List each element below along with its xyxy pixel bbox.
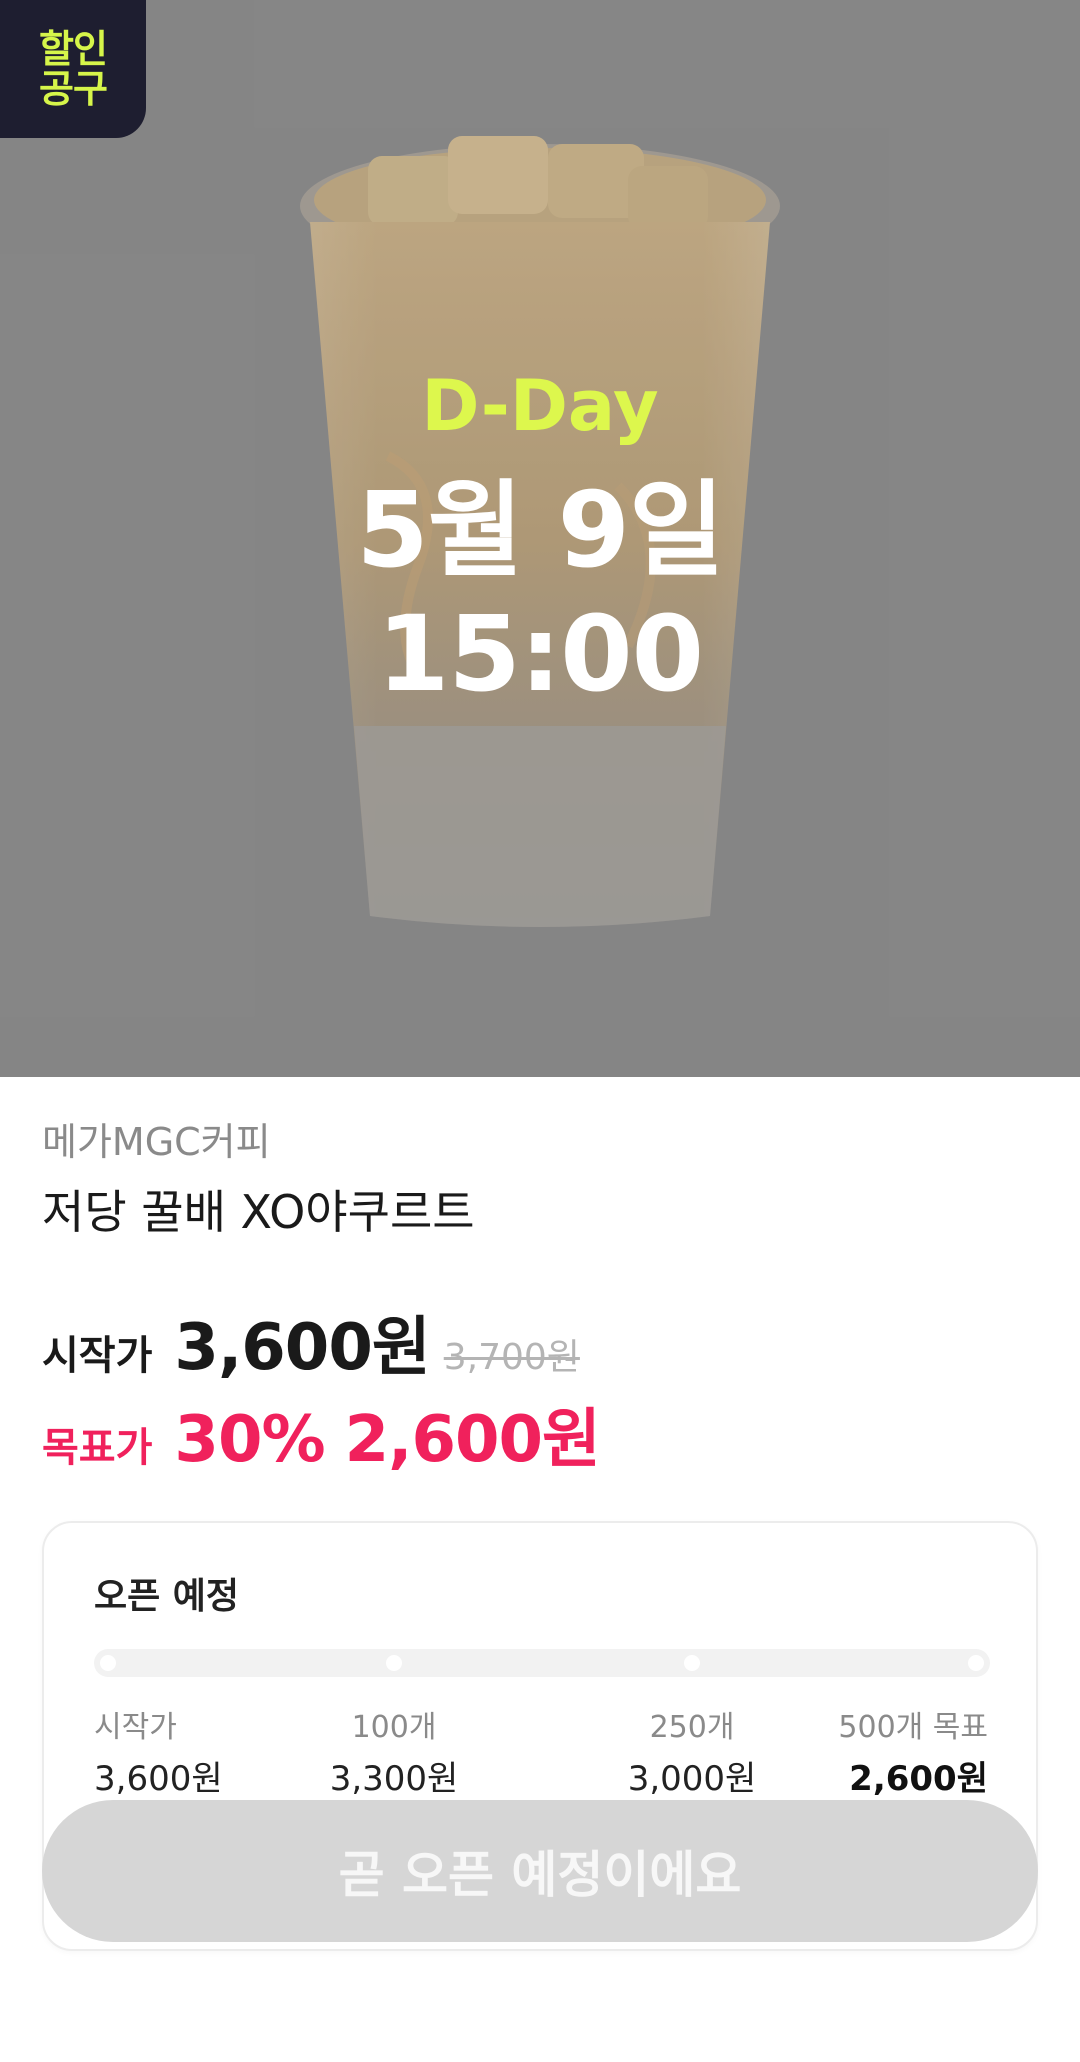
progress-track [94,1649,990,1677]
step-label-100: 100개 [351,1710,437,1745]
target-discount: 30% [174,1403,325,1477]
progress-step-dot [968,1655,984,1671]
step-price-goal: 2,600원 [849,1759,988,1799]
group-buy-badge: 할인 공구 [0,0,146,138]
progress-step-dot [386,1655,402,1671]
start-price-row: 시작가 3,600원 3,700원 [42,1296,580,1388]
step-price-100: 3,300원 [329,1759,459,1799]
step-label-250: 250개 [649,1710,735,1745]
progress-step-dot [100,1655,116,1671]
progress-step-dot [684,1655,700,1671]
dday-label: D-Day [421,365,659,447]
progress-status-title: 오픈 예정 [94,1576,240,1617]
step-label-goal: 500개 목표 [838,1710,988,1745]
product-page: 할인 공구 D-Day 5월 9일 15:00 메가MGC커피 저당 꿀배 XO… [0,0,1080,2062]
badge-line-1: 할인 [39,27,108,71]
open-date: 5월 9일 [356,469,724,591]
badge-line-2: 공구 [39,67,108,111]
start-price: 3,600원 [174,1311,430,1385]
product-name: 저당 꿀배 XO야쿠르트 [42,1185,475,1239]
product-hero-image: 할인 공구 D-Day 5월 9일 15:00 [0,0,1080,1077]
brand-name: 메가MGC커피 [42,1120,271,1164]
open-time: 15:00 [376,593,704,715]
original-price: 3,700원 [443,1337,580,1378]
step-price-start: 3,600원 [94,1759,223,1799]
target-price-row: 목표가 30% 2,600원 [42,1388,601,1480]
target-price-label: 목표가 [42,1425,153,1471]
target-price: 2,600원 [344,1403,601,1477]
step-price-250: 3,000원 [627,1759,757,1799]
coming-soon-button[interactable]: 곧 오픈 예정이에요 [42,1800,1038,1942]
step-label-start: 시작가 [94,1710,177,1745]
start-price-label: 시작가 [42,1333,153,1379]
